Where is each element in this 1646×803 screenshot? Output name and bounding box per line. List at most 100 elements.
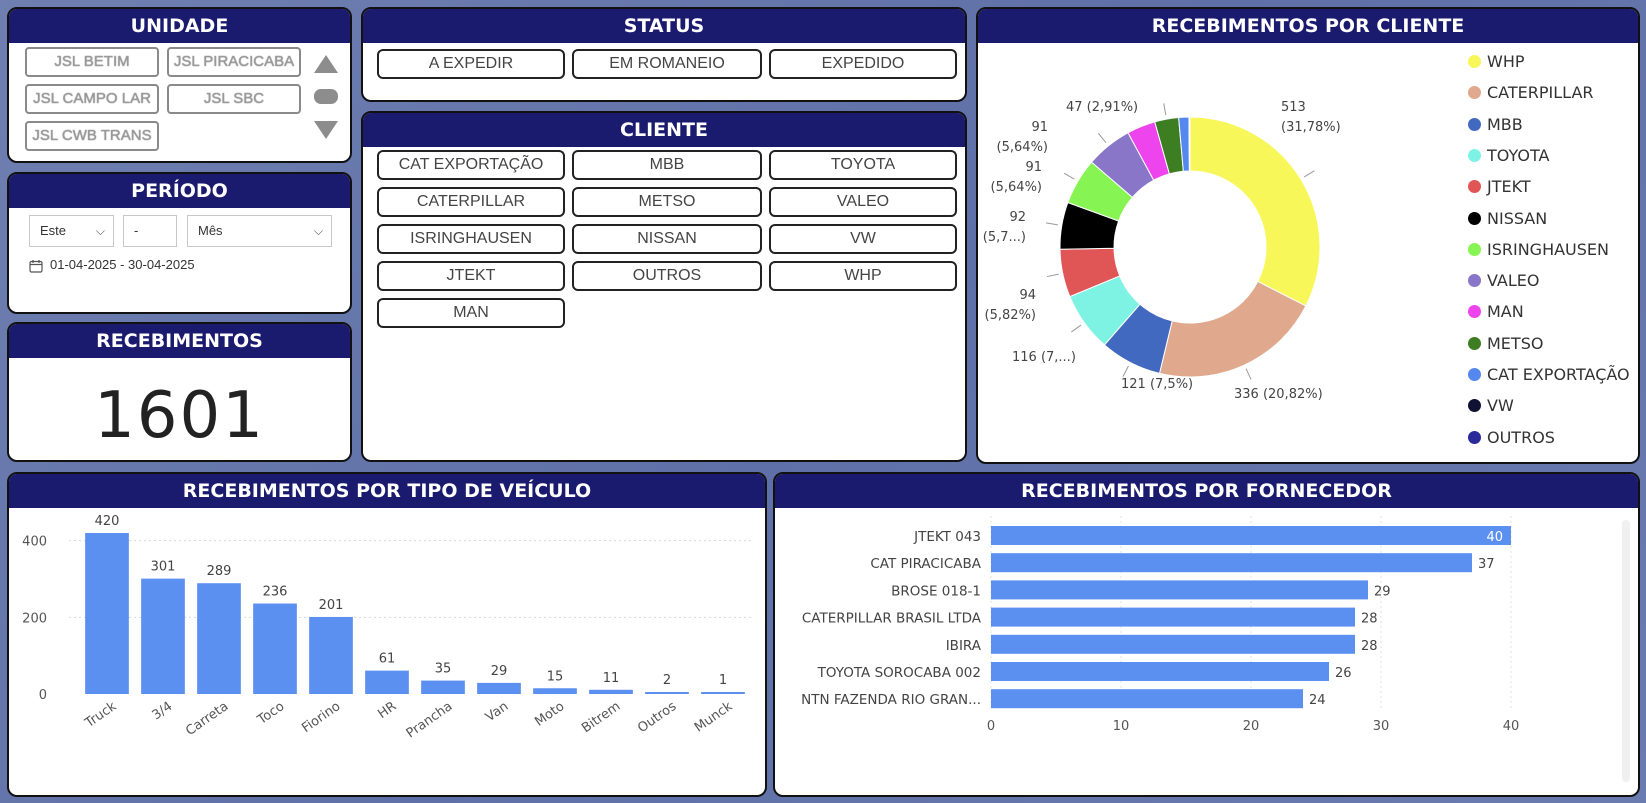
cliente-button-man[interactable]: MAN <box>377 298 565 328</box>
legend-item-vw[interactable]: VW <box>1468 396 1514 415</box>
legend-item-nissan[interactable]: NISSAN <box>1468 209 1547 228</box>
cliente-button-metso[interactable]: METSO <box>572 187 762 217</box>
donut-leader-line <box>1097 133 1107 143</box>
vehicle-bar[interactable] <box>533 688 577 694</box>
supplier-bar-value: 29 <box>1374 584 1391 599</box>
donut-slice-whp[interactable] <box>1189 116 1321 307</box>
supplier-bar-chart: 0 10 20 30 40 JTEKT 043 40 CAT PIRACICABA 37 BROS… <box>801 516 1519 734</box>
vehicle-bar-value: 289 <box>207 564 232 579</box>
scroll-thumb-icon[interactable] <box>314 88 338 106</box>
supplier-bar[interactable] <box>991 662 1329 681</box>
period-unit-dropdown[interactable]: Mês ⌵ <box>187 215 332 247</box>
donut-slice-caterpillar[interactable] <box>1158 280 1307 378</box>
vehicle-bar[interactable] <box>197 583 241 694</box>
supplier-bar[interactable] <box>991 580 1368 600</box>
vehicle-category-label: Bitrem <box>579 699 623 736</box>
vehicle-bar-value: 201 <box>319 598 344 613</box>
cliente-button-nissan[interactable]: NISSAN <box>572 224 762 254</box>
x-tick-label: 20 <box>1243 719 1260 734</box>
legend-label: MBB <box>1487 114 1523 134</box>
legend-item-outros[interactable]: OUTROS <box>1468 428 1555 447</box>
vehicle-bar[interactable] <box>421 680 465 694</box>
cliente-button-mbb[interactable]: MBB <box>572 150 762 180</box>
vehicle-bar[interactable] <box>253 603 297 694</box>
cliente-button-cat-exporta-o[interactable]: CAT EXPORTAÇÃO <box>377 150 565 180</box>
legend-item-jtekt[interactable]: JTEKT <box>1468 177 1531 196</box>
status-button-a-expedir[interactable]: A EXPEDIR <box>377 49 565 79</box>
vehicle-bar-value: 2 <box>663 673 671 688</box>
legend-item-mbb[interactable]: MBB <box>1468 115 1523 134</box>
unit-button-piracicaba[interactable]: JSL PIRACICABA <box>167 47 301 77</box>
supplier-bar[interactable] <box>991 607 1355 627</box>
period-relative-dropdown[interactable]: Este ⌵ <box>29 215 114 247</box>
vehicle-bar[interactable] <box>589 689 633 694</box>
supplier-bar[interactable] <box>991 689 1303 709</box>
status-title: STATUS <box>363 9 965 43</box>
cliente-button-outros[interactable]: OUTROS <box>572 261 762 291</box>
unit-button-campo-largo[interactable]: JSL CAMPO LAR <box>25 84 159 114</box>
period-count-input[interactable]: - <box>123 215 177 247</box>
legend-item-caterpillar[interactable]: CATERPILLAR <box>1468 83 1594 102</box>
vehicle-bar[interactable] <box>85 533 129 694</box>
donut-data-label: 116 (7,...) <box>1012 350 1076 365</box>
supplier-bar[interactable] <box>991 526 1511 545</box>
donut-leader-line <box>1045 222 1058 226</box>
cliente-button-toyota[interactable]: TOYOTA <box>769 150 957 180</box>
legend-dot-icon <box>1468 148 1481 162</box>
supplier-category-label: IBIRA <box>946 638 982 654</box>
legend-label: CATERPILLAR <box>1487 83 1594 103</box>
vehicle-bar[interactable] <box>141 578 185 694</box>
scroll-up-icon[interactable] <box>312 53 340 75</box>
donut-slice-outros[interactable] <box>1188 116 1191 172</box>
legend-label: WHP <box>1487 52 1525 71</box>
vehicle-bar[interactable] <box>365 670 409 694</box>
donut-chart: 513 (31,78%) 336 (20,82%) 121 (7,5%) 116 (7,… <box>983 100 1341 402</box>
status-button-em-romaneio[interactable]: EM ROMANEIO <box>572 49 762 79</box>
donut-leader-line <box>1163 103 1167 116</box>
cliente-button-caterpillar[interactable]: CATERPILLAR <box>377 187 565 217</box>
cliente-button-valeo[interactable]: VALEO <box>769 187 957 217</box>
donut-leader-line <box>1245 368 1252 380</box>
scrollbar[interactable] <box>1622 520 1630 782</box>
supplier-category-label: CAT PIRACICABA <box>870 556 981 572</box>
legend-label: VW <box>1487 396 1514 416</box>
period-range-text: 01-04-2025 - 30-04-2025 <box>50 257 195 272</box>
status-button-expedido[interactable]: EXPEDIDO <box>769 49 957 79</box>
vehicle-bar[interactable] <box>477 682 521 694</box>
donut-data-label: 91 <box>1025 160 1042 175</box>
scroll-down-icon[interactable] <box>312 119 340 141</box>
unit-button-sbc[interactable]: JSL SBC <box>167 84 301 114</box>
legend-label: JTEKT <box>1487 177 1531 197</box>
legend-item-toyota[interactable]: TOYOTA <box>1468 146 1549 165</box>
legend-dot-icon <box>1468 117 1481 131</box>
vehicle-category-label: Fiorino <box>299 699 343 736</box>
supplier-bar[interactable] <box>991 553 1472 573</box>
donut-data-label: 47 (2,91%) <box>1066 100 1138 115</box>
donut-data-label: 513 <box>1281 100 1306 115</box>
donut-data-label: (5,64%) <box>991 180 1042 195</box>
legend-item-metso[interactable]: METSO <box>1468 334 1543 353</box>
cliente-button-isringhausen[interactable]: ISRINGHAUSEN <box>377 224 565 254</box>
legend-dot-icon <box>1468 368 1481 381</box>
vehicle-bar[interactable] <box>645 692 689 694</box>
cliente-button-vw[interactable]: VW <box>769 224 957 254</box>
donut-data-label: (5,64%) <box>997 140 1048 155</box>
supplier-bar[interactable] <box>991 634 1355 654</box>
status-panel: STATUS A EXPEDIR EM ROMANEIO EXPEDIDO <box>361 7 967 102</box>
legend-item-whp[interactable]: WHP <box>1468 52 1525 71</box>
unit-button-cwb[interactable]: JSL CWB TRANS <box>25 121 159 151</box>
legend-item-valeo[interactable]: VALEO <box>1468 271 1539 290</box>
vehicle-bar-chart: 0 200 400 420 Truck 301 3/4 289 Carreta 236 Toco 20… <box>22 514 751 741</box>
legend-label: VALEO <box>1487 271 1540 291</box>
unit-button-betim[interactable]: JSL BETIM <box>25 47 159 77</box>
legend-item-man[interactable]: MAN <box>1468 302 1524 321</box>
cliente-button-whp[interactable]: WHP <box>769 261 957 291</box>
legend-item-isringhausen[interactable]: ISRINGHAUSEN <box>1468 240 1609 259</box>
vehicle-bar[interactable] <box>309 616 353 694</box>
legend-item-cat-exporta-o[interactable]: CAT EXPORTAÇÃO <box>1468 365 1630 384</box>
unidade-panel: UNIDADE JSL BETIM JSL PIRACICABA JSL CAM… <box>7 7 352 163</box>
cliente-button-jtekt[interactable]: JTEKT <box>377 261 565 291</box>
vehicle-bar-value: 61 <box>379 652 396 667</box>
supplier-bar-value: 28 <box>1361 639 1378 654</box>
vehicle-bar[interactable] <box>701 692 745 694</box>
